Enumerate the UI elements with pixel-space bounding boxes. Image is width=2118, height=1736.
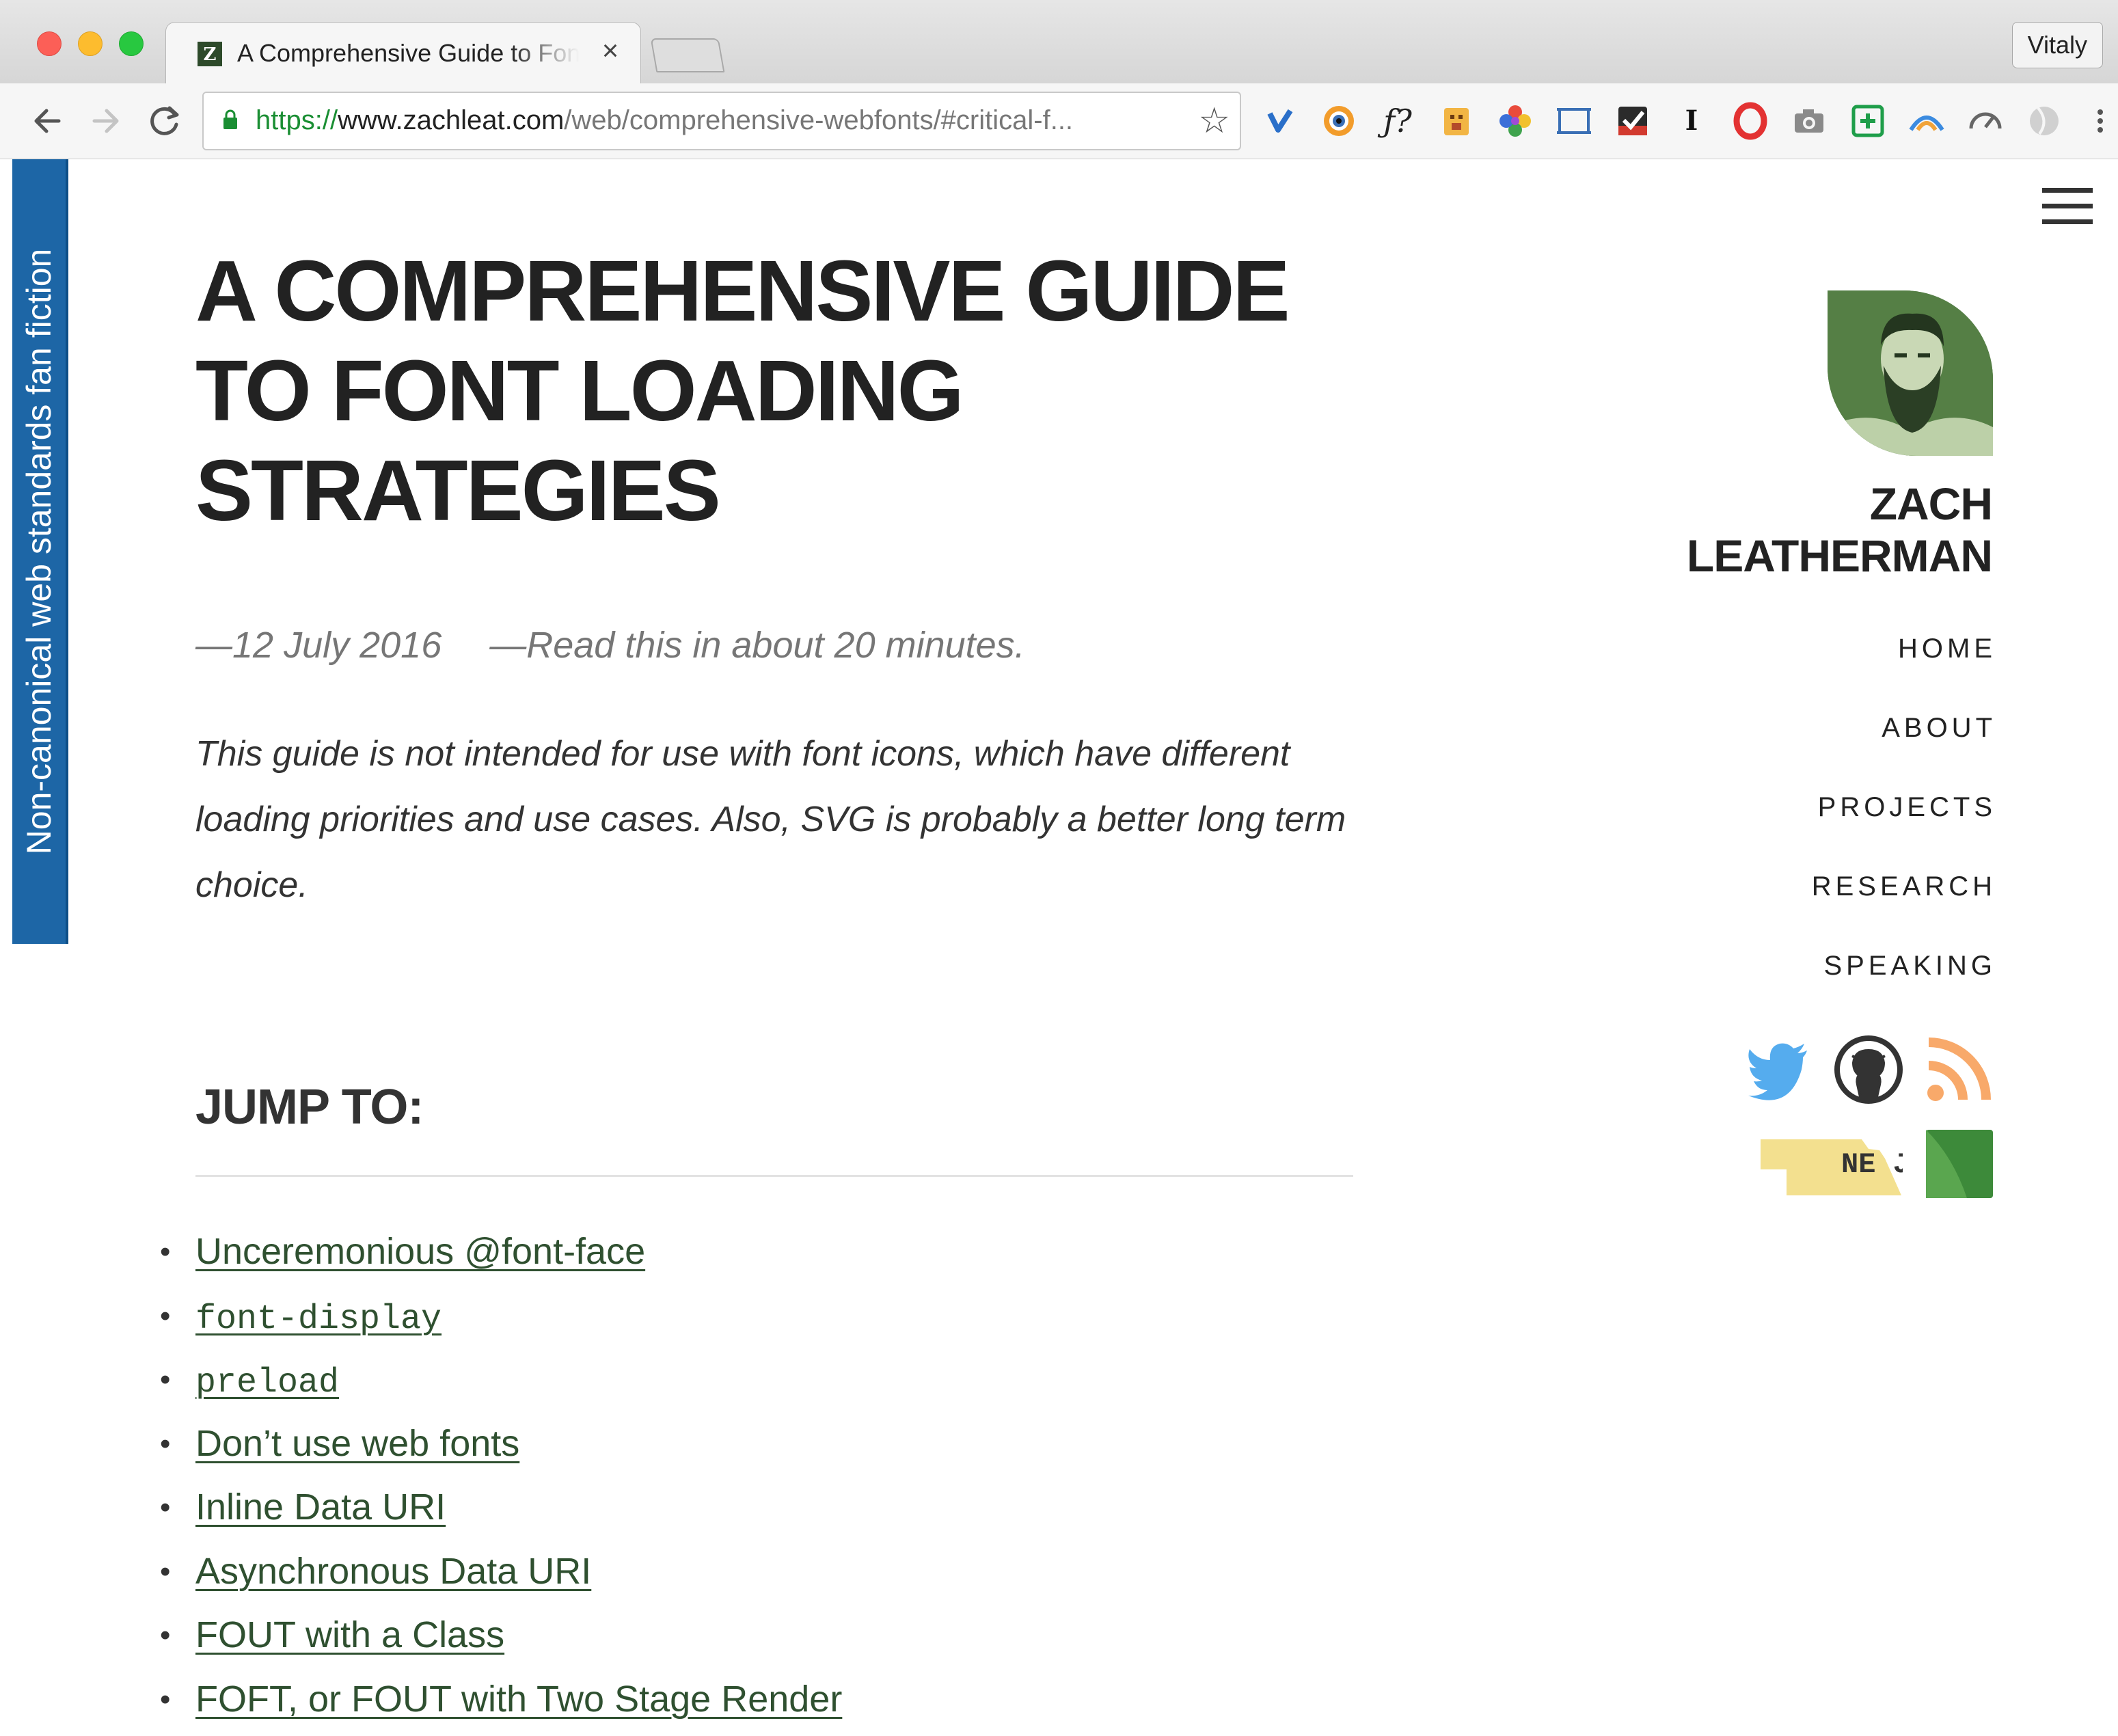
bullet: • [160, 1491, 171, 1524]
camera-icon[interactable] [1787, 98, 1832, 144]
bullet: • [160, 1682, 171, 1716]
list-item: • Asynchronous Data URI [160, 1540, 842, 1604]
list-item: • Inline Data URI [160, 1476, 842, 1540]
forward-arrow-icon [92, 109, 119, 133]
author-avatar[interactable] [1828, 290, 1993, 456]
nav-about[interactable]: ABOUT [1812, 688, 1996, 768]
opera-icon[interactable] [1728, 98, 1773, 144]
twitter-icon[interactable] [1744, 1035, 1812, 1104]
browser-tab[interactable]: Z A Comprehensive Guide to Font Loading … [165, 22, 641, 85]
green-square-icon[interactable] [1926, 1130, 1993, 1198]
publish-date: —12 July 2016 [195, 625, 442, 666]
back-arrow-icon [34, 109, 61, 133]
browser-toolbar: https://www.zachleat.com/web/comprehensi… [0, 83, 2118, 159]
rss-icon[interactable] [1925, 1035, 1993, 1104]
github-icon[interactable] [1834, 1035, 1903, 1104]
bullet: • [160, 1554, 171, 1588]
author-last-name: LEATHERMAN [1686, 530, 1993, 581]
forward-button[interactable] [83, 98, 128, 144]
nav-research[interactable]: RESEARCH [1812, 847, 1996, 926]
text-cursor-icon[interactable]: I [1669, 98, 1714, 144]
list-item: • preload [160, 1348, 842, 1412]
bullet: • [160, 1363, 171, 1396]
hamburger-menu-icon[interactable] [2042, 188, 2093, 225]
url-host: www.zachleat.com [338, 105, 565, 135]
globe-icon[interactable] [2022, 98, 2067, 144]
more-menu-icon[interactable] [2078, 98, 2118, 144]
jump-link-fout-with-a-class[interactable]: FOUT with a Class [195, 1614, 504, 1655]
bullet: • [160, 1299, 171, 1333]
bullet: • [160, 1618, 171, 1652]
reload-button[interactable] [142, 98, 187, 144]
bullet: • [160, 1426, 171, 1461]
nav-speaking[interactable]: SPEAKING [1812, 926, 1996, 1005]
jump-link-asynchronous-data-uri[interactable]: Asynchronous Data URI [195, 1551, 591, 1592]
jump-link-unceremonious-font-face[interactable]: Unceremonious @font-face [195, 1231, 645, 1272]
avatar-portrait [1828, 290, 1993, 456]
url-path: /web/comprehensive-webfonts/#critical-f.… [564, 105, 1074, 135]
screenshot-frame-icon[interactable] [1551, 98, 1597, 144]
divider [195, 1175, 1353, 1177]
list-item: • FOUT with a Class [160, 1603, 842, 1668]
nebraska-js-icon[interactable]: NE JS [1759, 1130, 1927, 1198]
jump-link-font-display[interactable]: font-display [195, 1300, 442, 1339]
site-nav: HOME ABOUT PROJECTS RESEARCH SPEAKING [1812, 609, 1992, 1005]
article-title: A Comprehensive Guide to Font Loading St… [195, 243, 1290, 539]
url-text[interactable]: https://www.zachleat.com/web/comprehensi… [256, 105, 1144, 139]
nav-home[interactable]: HOME [1812, 609, 1996, 688]
reload-icon [150, 106, 179, 135]
bookmark-star-icon[interactable]: ☆ [1198, 100, 1230, 142]
list-item: • FOFT, or FOUT with Two Stage Render [160, 1668, 842, 1732]
site-favicon-icon: Z [198, 42, 222, 66]
lock-icon [223, 109, 237, 129]
back-button[interactable] [25, 98, 70, 144]
author-first-name: ZACH [1869, 478, 1993, 529]
eye-icon[interactable] [1316, 98, 1361, 144]
jump-to-heading: JUMP TO: [195, 1080, 424, 1135]
jump-link-inline-data-uri[interactable]: Inline Data URI [195, 1487, 446, 1528]
window-maximize-button[interactable] [119, 31, 144, 56]
color-wheel-icon[interactable] [1493, 98, 1538, 144]
article-meta: —12 July 2016 —Read this in about 20 minu… [195, 624, 1025, 666]
font-icon[interactable]: ƒ? [1375, 98, 1420, 144]
nav-projects[interactable]: PROJECTS [1812, 768, 1996, 847]
vimeo-icon[interactable] [1258, 98, 1303, 144]
new-tab-button[interactable] [650, 38, 725, 72]
side-ribbon[interactable]: Non-canonical web standards fan fiction [12, 159, 68, 944]
ribbon-text: Non-canonical web standards fan fiction [20, 248, 58, 855]
list-item: • Don’t use web fonts [160, 1412, 842, 1476]
address-bar[interactable]: https://www.zachleat.com/web/comprehensi… [202, 92, 1241, 150]
page-content: Non-canonical web standards fan fiction … [0, 159, 2118, 1736]
author-name[interactable]: ZACH LEATHERMAN [1686, 478, 1993, 582]
nebraska-js-label: NE JS [1841, 1148, 1903, 1181]
tab-bar: Z A Comprehensive Guide to Font Loading … [0, 0, 2118, 85]
tab-title: A Comprehensive Guide to Font Loading St… [237, 39, 579, 67]
jump-link-foft[interactable]: FOFT, or FOUT with Two Stage Render [195, 1679, 842, 1720]
checkmark-icon[interactable] [1610, 98, 1655, 144]
jump-link-preload[interactable]: preload [195, 1364, 339, 1402]
window-minimize-button[interactable] [78, 31, 103, 56]
box-icon[interactable] [1434, 98, 1479, 144]
article-intro: This guide is not intended for use with … [195, 734, 1346, 905]
plus-box-icon[interactable] [1845, 98, 1890, 144]
url-scheme: https:// [256, 105, 338, 135]
bullet: • [160, 1235, 171, 1269]
list-item: • Unceremonious @font-face [160, 1220, 842, 1284]
reading-time: —Read this in about 20 minutes. [489, 625, 1025, 666]
profile-button[interactable]: Vitaly [2011, 22, 2103, 68]
arc-icon[interactable] [1904, 98, 1949, 144]
jump-to-list: • Unceremonious @font-face • font-display … [160, 1220, 842, 1732]
list-item: • font-display [160, 1284, 842, 1348]
window-close-button[interactable] [37, 31, 62, 56]
speedometer-icon[interactable] [1963, 98, 2008, 144]
tab-close-icon[interactable]: × [597, 35, 624, 66]
jump-link-dont-use-web-fonts[interactable]: Don’t use web fonts [195, 1423, 519, 1464]
